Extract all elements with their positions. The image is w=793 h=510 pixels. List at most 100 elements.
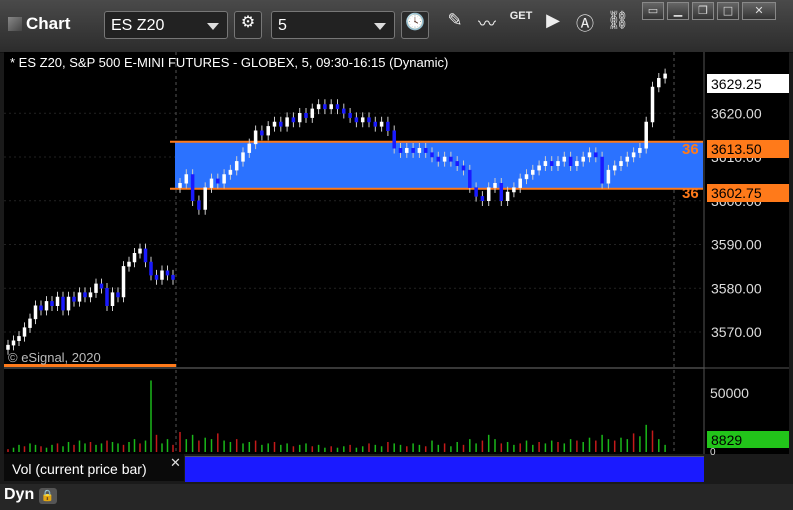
volume-bar xyxy=(29,443,31,452)
volume-bar xyxy=(330,446,332,452)
volume-bar xyxy=(73,444,75,452)
volume-bar xyxy=(487,434,490,452)
volume-bar xyxy=(424,446,427,452)
volume-bar xyxy=(40,446,42,452)
volume-bar xyxy=(563,443,566,452)
volume-bar xyxy=(254,440,257,452)
support-resistance-zone xyxy=(175,141,703,189)
volume-bar xyxy=(23,446,26,452)
volume-bar xyxy=(494,439,496,452)
volume-bar xyxy=(380,446,383,452)
volume-bar xyxy=(128,441,130,452)
volume-pane xyxy=(4,369,704,454)
zone-upper-tag-text: 3613.50 xyxy=(711,141,762,157)
volume-bar xyxy=(336,447,339,452)
volume-bar xyxy=(513,444,515,452)
volume-bar xyxy=(273,441,276,452)
volume-bar xyxy=(67,441,70,452)
volume-bar xyxy=(298,444,301,452)
price-chart[interactable]: 3620.003610.003600.003590.003580.003570.… xyxy=(0,0,793,484)
volume-bar xyxy=(519,443,521,452)
volume-bar xyxy=(437,444,440,452)
volume-bar xyxy=(267,443,269,452)
lock-icon: 🔒 xyxy=(38,488,57,504)
last-price-tag-text: 3629.25 xyxy=(711,76,762,92)
volume-bar xyxy=(418,444,421,452)
volume-bar xyxy=(111,441,114,452)
volume-bar xyxy=(161,443,163,452)
volume-bar xyxy=(538,441,540,452)
volume-bar xyxy=(78,440,81,452)
volume-bar xyxy=(242,443,244,452)
status-label: Dyn xyxy=(4,486,35,503)
volume-bar xyxy=(45,447,48,452)
volume-bar xyxy=(525,440,528,452)
volume-bar xyxy=(191,434,194,452)
status-dynamic[interactable]: Dyn 🔒 xyxy=(4,486,57,504)
volume-bar xyxy=(443,443,446,452)
volume-bar xyxy=(349,444,351,452)
volume-panel-label: Vol (current price bar) xyxy=(12,461,147,477)
volume-bar xyxy=(658,439,660,452)
chart-header: * ES Z20, S&P 500 E-MINI FUTURES - GLOBE… xyxy=(10,55,448,70)
volume-bar xyxy=(286,443,288,452)
volume-bar xyxy=(343,446,345,452)
volume-bar xyxy=(431,440,433,452)
volume-bar xyxy=(166,439,169,452)
volume-bar xyxy=(56,443,59,452)
volume-bar xyxy=(305,443,307,452)
time-axis xyxy=(0,484,793,510)
volume-bar xyxy=(387,441,389,452)
volume-bar xyxy=(261,444,263,452)
y-tick-label: 3590.00 xyxy=(711,237,762,253)
volume-tag-text: 8829 xyxy=(711,432,742,448)
volume-bar xyxy=(185,439,188,452)
volume-bar xyxy=(588,437,591,452)
volume-bar xyxy=(475,443,477,452)
volume-bar xyxy=(462,444,465,452)
candle xyxy=(190,169,195,206)
volume-bar xyxy=(179,431,181,452)
volume-bar xyxy=(613,440,616,452)
volume-bar xyxy=(150,380,152,452)
candle xyxy=(121,261,126,303)
volume-bar xyxy=(582,441,584,452)
volume-bar xyxy=(95,444,97,452)
volume-bar xyxy=(100,443,103,452)
volume-bar xyxy=(626,439,629,452)
volume-bar xyxy=(632,433,635,452)
candle xyxy=(644,116,648,154)
volume-study-close-icon[interactable]: ✕ xyxy=(170,456,181,471)
volume-bar xyxy=(569,439,572,452)
volume-bar xyxy=(139,443,141,452)
volume-study-label[interactable]: Vol (current price bar) xyxy=(4,454,184,481)
volume-bar xyxy=(51,444,53,452)
volume-bar xyxy=(374,444,377,452)
volume-bar xyxy=(89,441,92,452)
volume-bar xyxy=(607,439,610,452)
volume-bar xyxy=(292,446,295,452)
y-tick-label: 3570.00 xyxy=(711,324,762,340)
volume-bar xyxy=(506,441,509,452)
volume-bar xyxy=(601,434,603,452)
volume-bar xyxy=(550,440,553,452)
volume-bar xyxy=(324,447,326,452)
volume-bar xyxy=(106,440,108,452)
volume-bar xyxy=(595,440,597,452)
volume-bar xyxy=(576,440,578,452)
volume-bar xyxy=(355,447,358,452)
volume-bar xyxy=(122,444,125,452)
volume-bar xyxy=(280,444,282,452)
volume-bar xyxy=(469,439,471,452)
volume-bar xyxy=(450,446,452,452)
volume-bar xyxy=(481,440,484,452)
volume-bar xyxy=(223,440,225,452)
volume-bar xyxy=(557,441,559,452)
volume-bar xyxy=(7,449,9,452)
volume-bar xyxy=(84,443,86,452)
volume-bar xyxy=(198,440,200,452)
volume-bar xyxy=(368,443,370,452)
volume-bar xyxy=(500,443,503,452)
volume-axis-label: 50000 xyxy=(710,385,749,401)
copyright-text: © eSignal, 2020 xyxy=(8,350,101,365)
